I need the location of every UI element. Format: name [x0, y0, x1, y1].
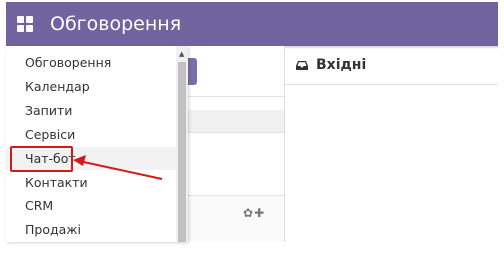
gear-icon[interactable]: ✿ — [243, 206, 254, 220]
menu-item-discuss[interactable]: Обговорення — [6, 51, 176, 74]
plus-icon[interactable]: ✚ — [254, 206, 265, 220]
menu-item-crm[interactable]: CRM — [6, 194, 176, 217]
panel-footer-actions: ✿✚ — [243, 206, 265, 220]
app-title[interactable]: Обговорення — [50, 11, 181, 37]
menu-scrollbar[interactable]: ▲ — [176, 46, 188, 242]
caret-up-icon[interactable]: ▲ — [179, 50, 184, 58]
scrollbar-thumb[interactable] — [178, 62, 186, 242]
panel-footer — [180, 195, 284, 242]
panel-divider — [180, 132, 284, 133]
menu-item-calendar[interactable]: Календар — [6, 75, 176, 98]
app-header: Обговорення — [6, 2, 498, 46]
inbox-header: Вхідні — [285, 46, 498, 85]
panel-divider — [180, 96, 284, 97]
active-channel-tab[interactable] — [187, 58, 197, 85]
inbox-icon — [296, 61, 308, 70]
menu-item-services[interactable]: Сервіси — [6, 123, 176, 146]
menu-item-sales[interactable]: Продажі — [6, 218, 176, 241]
app-switcher-menu: Обговорення Календар Запити Сервіси Чат-… — [6, 46, 188, 242]
inbox-title[interactable]: Вхідні — [316, 54, 366, 76]
apps-grid-icon[interactable] — [17, 16, 33, 32]
menu-item-requests[interactable]: Запити — [6, 99, 176, 122]
annotation-arrow-icon — [73, 155, 163, 180]
highlight-box — [10, 146, 73, 172]
channel-row[interactable] — [180, 110, 284, 132]
